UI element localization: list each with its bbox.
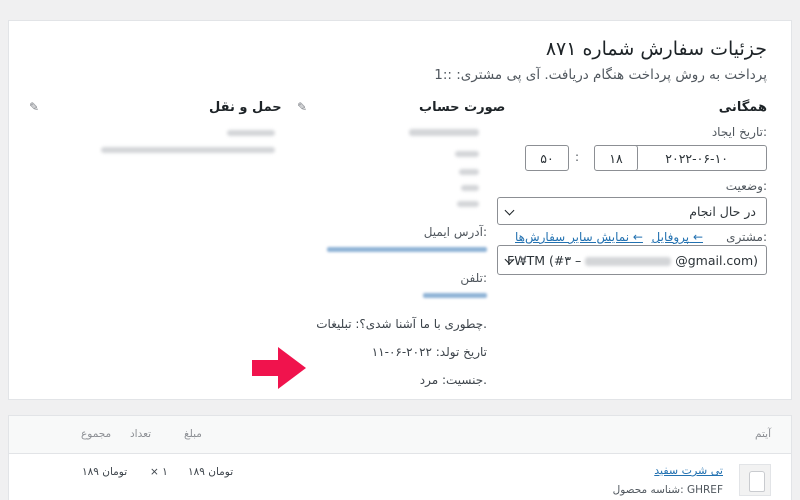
customer-profile-link[interactable]: پروفایل ← [652, 230, 703, 244]
minute-value: ۵۰ [540, 151, 554, 166]
edit-shipping-pencil-icon[interactable]: ✎ [29, 100, 39, 114]
status-value: در حال انجام [689, 204, 756, 219]
phone-label: تلفن: [460, 271, 487, 285]
column-header-item: آیتم [755, 428, 771, 440]
order-items-panel: آیتم مبلغ تعداد مجموع تی شرت سفید شناسه … [8, 415, 792, 500]
redacted-email [585, 257, 672, 266]
birth-date-text: تاریخ تولد: ۲۰۲۲-۰۶-۱۱ [371, 345, 487, 359]
customer-select[interactable]: FWTM (#۳ – @gmail.com) × [497, 245, 767, 275]
date-created-label: تاریخ ایجاد: [711, 125, 767, 139]
general-heading: همگانی [718, 100, 767, 115]
customer-label: مشتری: [726, 230, 767, 244]
date-created-value: ۲۰۲۲-۰۶-۱۰ [665, 151, 728, 166]
gender-text: جنسیت: مرد. [419, 373, 487, 387]
hour-input[interactable]: ۱۸ [594, 145, 638, 171]
how-found-text: چطوری با ما آشنا شدی؟: تبلیغات. [316, 317, 487, 331]
billing-heading: صورت حساب [419, 100, 506, 115]
customer-value: FWTM (#۳ – @gmail.com) [507, 253, 758, 268]
items-table-header [9, 416, 791, 454]
hour-value: ۱۸ [609, 151, 623, 166]
order-details-panel: جزئیات سفارش شماره ۸۷۱ پرداخت به روش پرد… [8, 20, 792, 400]
page-title: جزئیات سفارش شماره ۸۷۱ [545, 38, 767, 60]
redacted-email-link[interactable] [327, 247, 487, 252]
redacted-billing-line [457, 201, 479, 207]
status-select[interactable]: در حال انجام [497, 197, 767, 225]
annotation-arrow-shape [252, 347, 306, 389]
clear-customer-icon[interactable]: × [518, 252, 528, 266]
column-header-cost: مبلغ [184, 428, 202, 440]
status-label: وضعیت: [725, 179, 767, 193]
item-total: ۱۸۹ تومان [82, 466, 128, 478]
column-header-total: مجموع [81, 428, 112, 440]
redacted-shipping-line [227, 130, 275, 136]
product-thumbnail[interactable] [739, 464, 771, 496]
redacted-billing-line [455, 151, 479, 157]
redacted-phone-link[interactable] [423, 293, 487, 298]
shipping-heading: حمل و نقل [209, 100, 282, 115]
time-colon: : [575, 150, 580, 164]
item-cost: ۱۸۹ تومان [188, 466, 234, 478]
minute-input[interactable]: ۵۰ [525, 145, 569, 171]
other-orders-link[interactable]: نمایش سایر سفارش‌ها ← [515, 230, 643, 244]
redacted-billing-line [459, 169, 479, 175]
order-subtitle: پرداخت به روش پرداخت هنگام دریافت. آی پی… [434, 67, 767, 83]
email-label: آدرس ایمیل: [423, 225, 487, 239]
product-sku: شناسه محصول: GHREF [612, 484, 723, 496]
item-qty: × ۱ [150, 466, 168, 478]
redacted-billing-line [409, 129, 479, 136]
redacted-shipping-line [101, 147, 275, 153]
redacted-billing-line [461, 185, 479, 191]
product-name-link[interactable]: تی شرت سفید [654, 464, 723, 477]
customer-value-suffix: @gmail.com) [675, 253, 758, 268]
chevron-down-icon [504, 205, 515, 216]
annotation-arrow [252, 347, 306, 389]
edit-billing-pencil-icon[interactable]: ✎ [297, 100, 307, 114]
column-header-qty: تعداد [130, 428, 152, 440]
